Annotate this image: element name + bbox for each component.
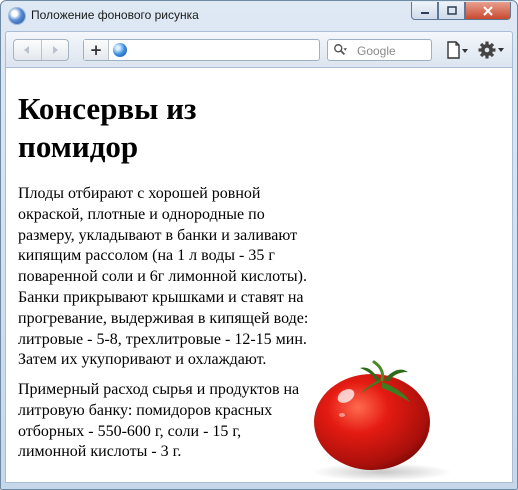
paragraph-preparation: Плоды отбирают с хорошей ровной окраской… (18, 185, 309, 369)
minimize-icon (420, 11, 429, 14)
tomato-image (312, 360, 452, 481)
globe-icon (113, 43, 127, 57)
close-button[interactable] (465, 2, 511, 20)
new-tab-button[interactable]: + (84, 40, 109, 60)
gear-icon (478, 41, 504, 59)
close-icon (483, 5, 493, 16)
window-title: Положение фонового рисунка (31, 8, 199, 22)
address-bar[interactable]: + (83, 39, 320, 61)
browser-toolbar: + (5, 31, 513, 67)
navigation-buttons (13, 39, 69, 61)
search-icon (334, 44, 347, 55)
forward-arrow-icon (52, 46, 58, 54)
back-arrow-icon (24, 46, 30, 54)
forward-button[interactable] (40, 40, 69, 60)
page-menu-button[interactable] (446, 41, 470, 59)
maximize-button[interactable] (438, 2, 465, 20)
back-button[interactable] (14, 40, 41, 60)
settings-menu-button[interactable] (478, 40, 506, 60)
search-input[interactable] (355, 43, 431, 59)
page-title: Консервы из помидор (18, 91, 197, 164)
window-bottom-border (1, 483, 517, 489)
window-controls (411, 2, 511, 22)
browser-window: Положение фонового рисунка + Google Конс… (0, 0, 518, 490)
search-box[interactable] (327, 39, 432, 61)
browser-logo-icon (9, 8, 25, 24)
page-icon (447, 41, 468, 59)
maximize-icon (446, 6, 457, 15)
page-content: Консервы из помидор Плоды отбирают с хор… (5, 67, 513, 483)
paragraph-ingredients: Примерный расход сырья и продуктов на ли… (18, 381, 300, 461)
minimize-button[interactable] (411, 2, 438, 20)
address-input[interactable] (132, 42, 316, 60)
title-bar: Положение фонового рисунка (1, 1, 517, 31)
